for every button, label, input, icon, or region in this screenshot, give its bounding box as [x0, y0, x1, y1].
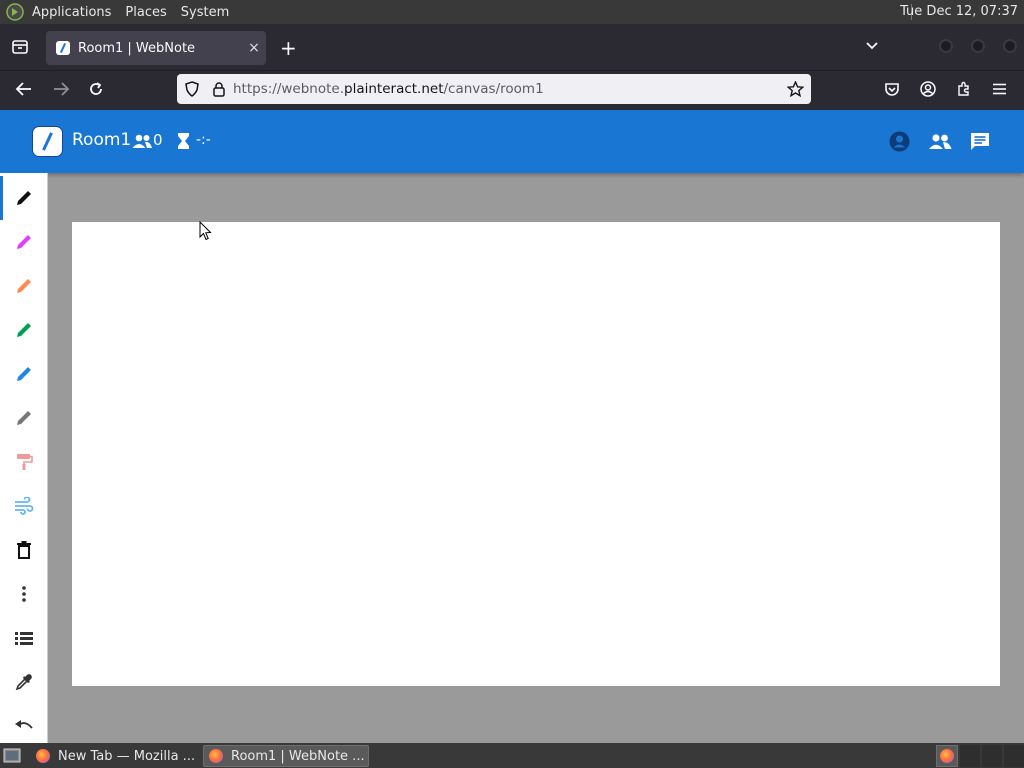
tab-title: Room1 | WebNote [78, 40, 196, 56]
trash-icon [16, 541, 31, 559]
paint-roller-tool[interactable] [0, 440, 47, 484]
taskbar-item-webnote[interactable]: Room1 | WebNote ... [203, 745, 369, 767]
webnote-favicon-icon [56, 41, 70, 55]
workspace-1[interactable] [936, 745, 958, 767]
pencil-icon [16, 367, 31, 381]
clear-canvas-tool[interactable] [0, 528, 47, 572]
taskbar-item-new-tab[interactable]: New Tab — Mozilla ... [30, 745, 198, 767]
gnome-foot-icon[interactable] [6, 3, 24, 21]
air-brush-tool[interactable] [0, 484, 47, 528]
pen-blue-tool[interactable] [0, 352, 47, 396]
tab-overview-icon[interactable] [11, 39, 29, 55]
new-tab-button[interactable]: + [280, 36, 297, 60]
hamburger-menu-icon[interactable] [992, 83, 1007, 95]
drawing-canvas[interactable] [72, 222, 1000, 686]
eyedropper-icon [15, 674, 32, 691]
pen-orange-tool[interactable] [0, 264, 47, 308]
mouse-cursor-icon [199, 221, 212, 241]
places-menu[interactable]: Places [125, 5, 166, 20]
url-domain: plainteract.net [344, 81, 444, 97]
wind-icon [14, 497, 33, 515]
tab-list-chevron-icon[interactable] [865, 41, 879, 51]
pen-black-tool[interactable] [0, 176, 47, 220]
lock-icon[interactable] [213, 81, 225, 97]
firefox-icon [36, 749, 50, 763]
taskbar-item-label: Room1 | WebNote ... [231, 748, 365, 764]
pen-green-tool[interactable] [0, 308, 47, 352]
bookmark-star-icon[interactable] [787, 81, 804, 97]
shield-icon[interactable] [185, 81, 199, 97]
more-vertical-icon [21, 586, 26, 602]
workspace-4[interactable] [1004, 745, 1024, 767]
people-icon[interactable] [928, 133, 952, 150]
forward-arrow-icon[interactable] [52, 82, 70, 96]
chat-icon[interactable] [970, 132, 990, 151]
applications-menu[interactable]: Applications [32, 5, 111, 20]
pencil-icon [16, 411, 31, 425]
more-options-tool[interactable] [0, 572, 47, 616]
pen-gray-tool[interactable] [0, 396, 47, 440]
window-minimize-button[interactable] [939, 39, 953, 53]
clock[interactable]: Tue Dec 12, 07:37 [900, 0, 1018, 24]
tab-close-button[interactable]: × [242, 40, 266, 56]
window-close-button[interactable] [1003, 39, 1017, 53]
list-tool[interactable] [0, 616, 47, 660]
account-icon[interactable] [920, 81, 936, 97]
room-name: Room1 [72, 130, 132, 150]
firefox-icon [940, 749, 954, 763]
url-text[interactable]: https://webnote.plainteract.net/canvas/r… [233, 81, 544, 97]
url-path: /canvas/room1 [443, 81, 544, 97]
show-desktop-icon[interactable] [3, 748, 21, 764]
timer: -:- [196, 132, 211, 148]
hourglass-icon [178, 133, 189, 149]
tool-sidebar [0, 173, 48, 743]
top-panel: Applications Places System Tue Dec 12, 0… [0, 0, 1024, 24]
pencil-icon [16, 323, 31, 337]
eyedropper-tool[interactable] [0, 660, 47, 704]
firefox-icon [209, 749, 223, 763]
back-arrow-icon[interactable] [15, 82, 33, 96]
undo-tool[interactable] [0, 704, 47, 748]
window-maximize-button[interactable] [971, 39, 985, 53]
pencil-icon [16, 235, 31, 249]
workspace-2[interactable] [960, 745, 980, 767]
list-icon [14, 632, 33, 645]
paint-roller-icon [16, 454, 33, 470]
reload-icon[interactable] [88, 81, 104, 97]
pencil-icon [16, 279, 31, 293]
tab-room1[interactable]: Room1 | WebNote × [46, 31, 266, 65]
url-bar[interactable]: https://webnote.plainteract.net/canvas/r… [177, 74, 811, 104]
user-count: 0 [153, 131, 163, 149]
url-prefix: https://webnote. [233, 81, 345, 97]
account-circle-icon[interactable] [889, 131, 910, 152]
system-menu[interactable]: System [181, 5, 229, 20]
undo-icon [14, 720, 33, 729]
pencil-icon [16, 191, 31, 205]
pocket-icon[interactable] [884, 82, 900, 97]
webnote-logo-icon [33, 127, 62, 156]
users-icon [132, 134, 152, 148]
pen-pink-tool[interactable] [0, 220, 47, 264]
workspace-3[interactable] [982, 745, 1002, 767]
extensions-icon[interactable] [956, 81, 972, 97]
taskbar-item-label: New Tab — Mozilla ... [58, 748, 196, 764]
